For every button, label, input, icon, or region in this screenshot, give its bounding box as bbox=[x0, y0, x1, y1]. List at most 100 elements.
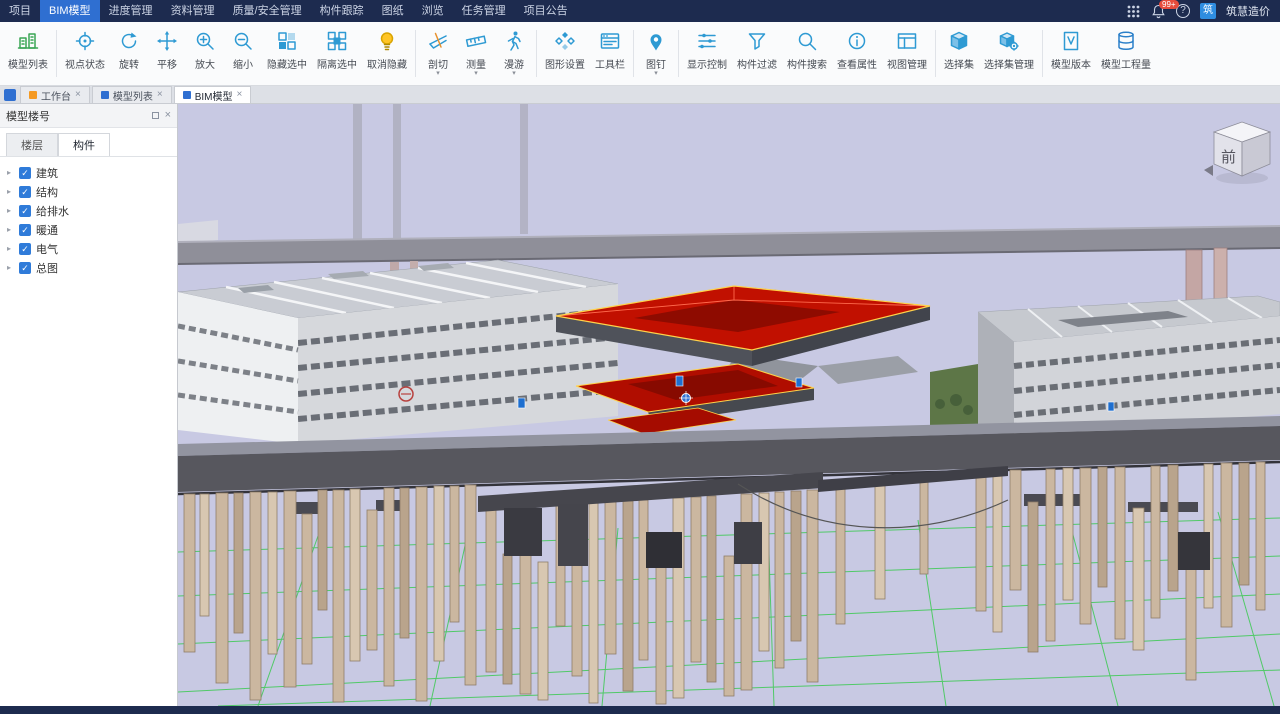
ribbon-button-zoom-out[interactable]: 缩小 bbox=[224, 24, 262, 83]
ribbon-button-pin[interactable]: 图钉 ▾ bbox=[637, 24, 675, 83]
pin-panel-icon[interactable] bbox=[152, 112, 159, 119]
ribbon-button-isolate-selected[interactable]: 隔离选中 bbox=[312, 24, 362, 83]
view-manager-icon bbox=[896, 28, 918, 54]
ribbon-button-model-version[interactable]: 模型版本 bbox=[1046, 24, 1096, 83]
close-icon[interactable]: × bbox=[157, 90, 163, 100]
notifications-button[interactable]: 99+ bbox=[1151, 4, 1166, 19]
ribbon-separator bbox=[678, 30, 679, 77]
tree-item-hvac[interactable]: ▸ ✓ 暖通 bbox=[4, 220, 173, 239]
model-tree-panel: 模型楼号 × 楼层 构件 ▸ ✓ 建筑 ▸ ✓ 结构 ▸ ✓ bbox=[0, 104, 178, 706]
ribbon-button-selection-set[interactable]: 选择集 bbox=[939, 24, 979, 83]
ribbon-button-unhide[interactable]: 取消隐藏 bbox=[362, 24, 412, 83]
left-building bbox=[178, 260, 618, 444]
tree-item-label: 总图 bbox=[36, 260, 58, 276]
tree-item-electrical[interactable]: ▸ ✓ 电气 bbox=[4, 239, 173, 258]
ribbon-button-zoom-in[interactable]: 放大 bbox=[186, 24, 224, 83]
checkbox-checked[interactable]: ✓ bbox=[19, 205, 31, 217]
tree-item-plumbing[interactable]: ▸ ✓ 给排水 bbox=[4, 201, 173, 220]
tree-item-label: 结构 bbox=[36, 184, 58, 200]
tree-item-architecture[interactable]: ▸ ✓ 建筑 bbox=[4, 163, 173, 182]
ribbon-button-component-search[interactable]: 构件搜索 bbox=[782, 24, 832, 83]
close-icon[interactable]: × bbox=[75, 90, 81, 100]
ribbon-button-model-quantities[interactable]: 模型工程量 bbox=[1096, 24, 1156, 83]
expand-icon[interactable]: ▸ bbox=[4, 206, 14, 215]
ribbon-button-viewpoint-state[interactable]: 视点状态 bbox=[60, 24, 110, 83]
info-icon bbox=[846, 28, 868, 54]
ribbon-button-display-control[interactable]: 显示控制 bbox=[682, 24, 732, 83]
menu-item-quality-safety[interactable]: 质量/安全管理 bbox=[224, 0, 311, 22]
ribbon-button-label: 平移 bbox=[157, 56, 177, 71]
close-icon[interactable]: × bbox=[236, 90, 242, 100]
menu-item-drawings[interactable]: 图纸 bbox=[373, 0, 413, 22]
ribbon-separator bbox=[935, 30, 936, 77]
panel-tab-components[interactable]: 构件 bbox=[58, 133, 110, 156]
tree-item-label: 电气 bbox=[36, 241, 58, 257]
rotate-icon bbox=[118, 28, 140, 54]
tab-model-list[interactable]: 模型列表 × bbox=[92, 86, 172, 103]
dropdown-arrow-icon: ▾ bbox=[436, 71, 440, 77]
ribbon-button-toolbar[interactable]: 工具栏 bbox=[590, 24, 630, 83]
checkbox-checked[interactable]: ✓ bbox=[19, 262, 31, 274]
home-tab-icon[interactable] bbox=[4, 89, 16, 101]
viewport-3d[interactable]: 前 bbox=[178, 104, 1280, 706]
ribbon-button-pan[interactable]: 平移 bbox=[148, 24, 186, 83]
checkbox-checked[interactable]: ✓ bbox=[19, 224, 31, 236]
menu-item-tasks[interactable]: 任务管理 bbox=[453, 0, 515, 22]
tab-workbench[interactable]: 工作台 × bbox=[20, 86, 90, 103]
menu-item-component-tracking[interactable]: 构件跟踪 bbox=[311, 0, 373, 22]
filter-icon bbox=[746, 28, 768, 54]
isolate-selected-icon bbox=[326, 28, 348, 54]
tree-item-label: 给排水 bbox=[36, 203, 69, 219]
ribbon-button-label: 选择集 bbox=[944, 56, 974, 71]
database-icon bbox=[1115, 28, 1137, 54]
ribbon-button-hide-selected[interactable]: 隐藏选中 bbox=[262, 24, 312, 83]
ribbon-separator bbox=[415, 30, 416, 77]
checkbox-checked[interactable]: ✓ bbox=[19, 243, 31, 255]
tree-item-structure[interactable]: ▸ ✓ 结构 bbox=[4, 182, 173, 201]
ribbon-button-label: 构件过滤 bbox=[737, 56, 777, 71]
apps-icon[interactable] bbox=[1126, 4, 1141, 19]
pin-icon bbox=[645, 28, 667, 54]
ribbon-button-graphic-settings[interactable]: 图形设置 bbox=[540, 24, 590, 83]
ribbon-button-rotate[interactable]: 旋转 bbox=[110, 24, 148, 83]
ribbon-button-label: 工具栏 bbox=[595, 56, 625, 71]
ribbon-button-section[interactable]: 剖切 ▾ bbox=[419, 24, 457, 83]
ribbon-button-label: 缩小 bbox=[233, 56, 253, 71]
tab-bim-model[interactable]: BIM模型 × bbox=[174, 86, 252, 103]
menu-item-schedule[interactable]: 进度管理 bbox=[100, 0, 162, 22]
menu-item-documents[interactable]: 资料管理 bbox=[162, 0, 224, 22]
ribbon-button-label: 隔离选中 bbox=[317, 56, 357, 71]
viewport-3d-scene: 前 bbox=[178, 104, 1280, 706]
menu-item-announcements[interactable]: 项目公告 bbox=[515, 0, 577, 22]
dropdown-arrow-icon: ▾ bbox=[512, 71, 516, 77]
zoom-in-icon bbox=[194, 28, 216, 54]
menu-item-browse[interactable]: 浏览 bbox=[413, 0, 453, 22]
viewpoint-icon bbox=[74, 28, 96, 54]
panel-tab-floors[interactable]: 楼层 bbox=[6, 133, 58, 156]
ribbon-button-measure[interactable]: 测量 ▾ bbox=[457, 24, 495, 83]
expand-icon[interactable]: ▸ bbox=[4, 187, 14, 196]
username[interactable]: 筑慧造价 bbox=[1226, 3, 1270, 19]
close-panel-icon[interactable]: × bbox=[165, 110, 171, 121]
tree-item-siteplan[interactable]: ▸ ✓ 总图 bbox=[4, 258, 173, 277]
ribbon-button-component-filter[interactable]: 构件过滤 bbox=[732, 24, 782, 83]
ribbon-button-view-manager[interactable]: 视图管理 bbox=[882, 24, 932, 83]
expand-icon[interactable]: ▸ bbox=[4, 244, 14, 253]
ribbon-button-selection-set-manager[interactable]: 选择集管理 bbox=[979, 24, 1039, 83]
ribbon-button-label: 查看属性 bbox=[837, 56, 877, 71]
menu-item-bim-model[interactable]: BIM模型 bbox=[40, 0, 100, 22]
expand-icon[interactable]: ▸ bbox=[4, 263, 14, 272]
menu-item-project[interactable]: 项目 bbox=[0, 0, 40, 22]
ribbon-button-model-list[interactable]: 模型列表 bbox=[3, 24, 53, 83]
ribbon-button-walkthrough[interactable]: 漫游 ▾ bbox=[495, 24, 533, 83]
avatar[interactable]: 筑 bbox=[1200, 3, 1216, 19]
ribbon-button-view-properties[interactable]: 查看属性 bbox=[832, 24, 882, 83]
checkbox-checked[interactable]: ✓ bbox=[19, 167, 31, 179]
dropdown-arrow-icon: ▾ bbox=[654, 71, 658, 77]
expand-icon[interactable]: ▸ bbox=[4, 168, 14, 177]
selection-set-manager-icon bbox=[998, 28, 1020, 54]
ribbon-button-label: 视图管理 bbox=[887, 56, 927, 71]
toolbar-icon bbox=[599, 28, 621, 54]
expand-icon[interactable]: ▸ bbox=[4, 225, 14, 234]
checkbox-checked[interactable]: ✓ bbox=[19, 186, 31, 198]
